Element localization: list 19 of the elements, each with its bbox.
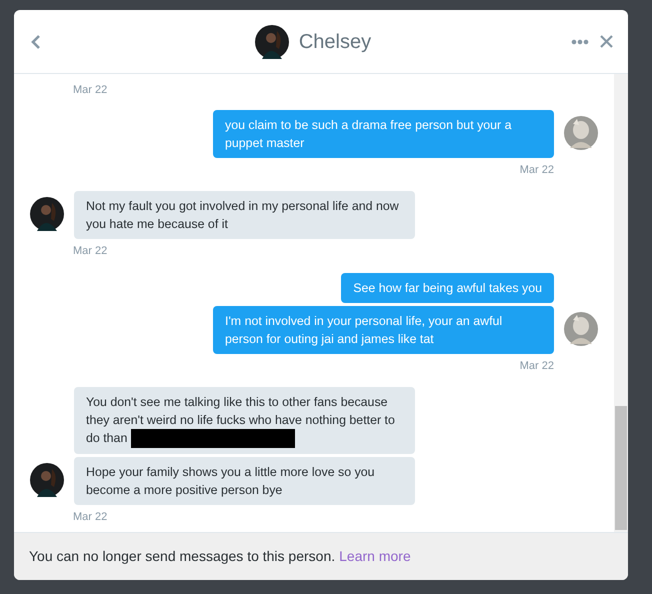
message-bubble: you claim to be such a drama free person but your a puppet master <box>213 110 554 158</box>
more-icon <box>571 38 589 44</box>
message-bubble: You don't see me talking like this to other fans because they aren't weird no life fucks who have nothing better to do than <box>74 387 415 454</box>
conversation-title: Chelsey <box>298 30 372 54</box>
blocked-notice: You can no longer send messages to this person. <box>29 547 336 566</box>
close-button[interactable] <box>598 34 614 50</box>
message-date: Mar 22 <box>520 358 554 374</box>
message-date: Mar 22 <box>520 162 554 178</box>
close-icon <box>600 35 612 48</box>
back-icon <box>31 34 41 50</box>
message-bubble: Hope your family shows you a little more love so you become a more positive person bye <box>74 457 415 506</box>
message-date: Mar 22 <box>73 510 108 526</box>
message-date: Mar 22 <box>73 83 108 98</box>
learn-more-link[interactable]: Learn more <box>339 546 411 567</box>
scrollbar[interactable] <box>614 74 628 532</box>
message-bubble: I'm not involved in your personal life, your an awful person for outing jai and james like tat <box>213 306 554 354</box>
message-bubble: Not my fault you got involved in my personal life and now you hate me because of it <box>74 191 415 239</box>
message-date: Mar 22 <box>73 244 108 259</box>
message-bubble: See how far being awful takes you <box>341 272 554 302</box>
